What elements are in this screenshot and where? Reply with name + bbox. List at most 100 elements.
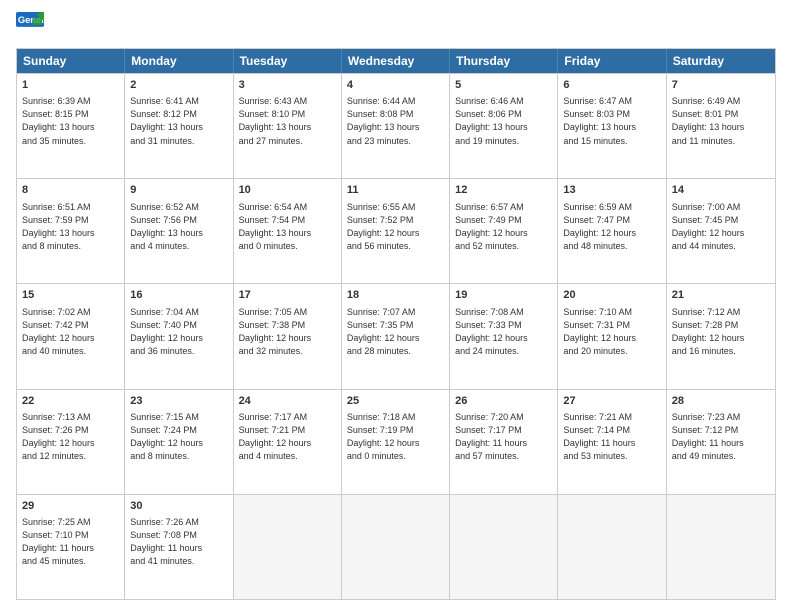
calendar-cell: 24Sunrise: 7:17 AM Sunset: 7:21 PM Dayli… xyxy=(234,390,342,494)
day-number: 19 xyxy=(455,288,552,303)
day-info: Sunrise: 6:44 AM Sunset: 8:08 PM Dayligh… xyxy=(347,95,444,147)
day-number: 22 xyxy=(22,394,119,409)
calendar-cell xyxy=(234,495,342,599)
calendar-cell xyxy=(667,495,775,599)
calendar-cell xyxy=(558,495,666,599)
day-info: Sunrise: 7:08 AM Sunset: 7:33 PM Dayligh… xyxy=(455,306,552,358)
calendar-header: SundayMondayTuesdayWednesdayThursdayFrid… xyxy=(17,49,775,73)
day-info: Sunrise: 7:02 AM Sunset: 7:42 PM Dayligh… xyxy=(22,306,119,358)
day-info: Sunrise: 7:21 AM Sunset: 7:14 PM Dayligh… xyxy=(563,411,660,463)
calendar-row: 29Sunrise: 7:25 AM Sunset: 7:10 PM Dayli… xyxy=(17,494,775,599)
calendar-cell: 15 Sunrise: 7:02 AM Sunset: 7:42 PM Dayli… xyxy=(17,284,125,388)
calendar-cell: 20 Sunrise: 7:10 AM Sunset: 7:31 PM Dayli… xyxy=(558,284,666,388)
calendar-cell: 16 Sunrise: 7:04 AM Sunset: 7:40 PM Dayli… xyxy=(125,284,233,388)
day-info: Sunrise: 6:52 AM Sunset: 7:56 PM Dayligh… xyxy=(130,201,227,253)
calendar-cell: 10 Sunrise: 6:54 AM Sunset: 7:54 PM Dayli… xyxy=(234,179,342,283)
calendar-cell: 5Sunrise: 6:46 AM Sunset: 8:06 PM Daylig… xyxy=(450,74,558,178)
day-number: 4 xyxy=(347,78,444,93)
day-info: Sunrise: 7:23 AM Sunset: 7:12 PM Dayligh… xyxy=(672,411,770,463)
day-number: 1 xyxy=(22,78,119,93)
calendar-cell: 29Sunrise: 7:25 AM Sunset: 7:10 PM Dayli… xyxy=(17,495,125,599)
day-info: Sunrise: 7:00 AM Sunset: 7:45 PM Dayligh… xyxy=(672,201,770,253)
header-cell-thursday: Thursday xyxy=(450,49,558,73)
day-number: 25 xyxy=(347,394,444,409)
header-cell-monday: Monday xyxy=(125,49,233,73)
day-number: 7 xyxy=(672,78,770,93)
day-number: 20 xyxy=(563,288,660,303)
day-number: 2 xyxy=(130,78,227,93)
day-info: Sunrise: 6:49 AM Sunset: 8:01 PM Dayligh… xyxy=(672,95,770,147)
calendar-cell: 28 Sunrise: 7:23 AM Sunset: 7:12 PM Dayli… xyxy=(667,390,775,494)
calendar-cell: 2Sunrise: 6:41 AM Sunset: 8:12 PM Daylig… xyxy=(125,74,233,178)
calendar-row: 22 Sunrise: 7:13 AM Sunset: 7:26 PM Dayli… xyxy=(17,389,775,494)
day-info: Sunrise: 6:43 AM Sunset: 8:10 PM Dayligh… xyxy=(239,95,336,147)
day-number: 14 xyxy=(672,183,770,198)
calendar-cell: 11Sunrise: 6:55 AM Sunset: 7:52 PM Dayli… xyxy=(342,179,450,283)
day-info: Sunrise: 7:13 AM Sunset: 7:26 PM Dayligh… xyxy=(22,411,119,463)
calendar-cell: 8 Sunrise: 6:51 AM Sunset: 7:59 PM Daylig… xyxy=(17,179,125,283)
calendar-cell: 25 Sunrise: 7:18 AM Sunset: 7:19 PM Dayli… xyxy=(342,390,450,494)
header-cell-saturday: Saturday xyxy=(667,49,775,73)
calendar-row: 1 Sunrise: 6:39 AM Sunset: 8:15 PM Daylig… xyxy=(17,73,775,178)
calendar-cell: 3 Sunrise: 6:43 AM Sunset: 8:10 PM Daylig… xyxy=(234,74,342,178)
day-number: 15 xyxy=(22,288,119,303)
calendar-row: 15 Sunrise: 7:02 AM Sunset: 7:42 PM Dayli… xyxy=(17,283,775,388)
calendar-cell: 26 Sunrise: 7:20 AM Sunset: 7:17 PM Dayli… xyxy=(450,390,558,494)
day-number: 11 xyxy=(347,183,444,198)
day-number: 26 xyxy=(455,394,552,409)
day-number: 21 xyxy=(672,288,770,303)
day-info: Sunrise: 7:25 AM Sunset: 7:10 PM Dayligh… xyxy=(22,516,119,568)
day-info: Sunrise: 7:07 AM Sunset: 7:35 PM Dayligh… xyxy=(347,306,444,358)
header-cell-sunday: Sunday xyxy=(17,49,125,73)
day-info: Sunrise: 7:18 AM Sunset: 7:19 PM Dayligh… xyxy=(347,411,444,463)
day-info: Sunrise: 7:05 AM Sunset: 7:38 PM Dayligh… xyxy=(239,306,336,358)
day-number: 28 xyxy=(672,394,770,409)
calendar-cell: 6Sunrise: 6:47 AM Sunset: 8:03 PM Daylig… xyxy=(558,74,666,178)
day-number: 8 xyxy=(22,183,119,198)
calendar-cell: 27 Sunrise: 7:21 AM Sunset: 7:14 PM Dayli… xyxy=(558,390,666,494)
calendar-cell: 1 Sunrise: 6:39 AM Sunset: 8:15 PM Daylig… xyxy=(17,74,125,178)
calendar-cell: 18 Sunrise: 7:07 AM Sunset: 7:35 PM Dayli… xyxy=(342,284,450,388)
day-number: 18 xyxy=(347,288,444,303)
header-cell-wednesday: Wednesday xyxy=(342,49,450,73)
day-info: Sunrise: 7:17 AM Sunset: 7:21 PM Dayligh… xyxy=(239,411,336,463)
day-info: Sunrise: 7:26 AM Sunset: 7:08 PM Dayligh… xyxy=(130,516,227,568)
day-info: Sunrise: 7:12 AM Sunset: 7:28 PM Dayligh… xyxy=(672,306,770,358)
day-info: Sunrise: 6:47 AM Sunset: 8:03 PM Dayligh… xyxy=(563,95,660,147)
day-info: Sunrise: 7:10 AM Sunset: 7:31 PM Dayligh… xyxy=(563,306,660,358)
calendar-cell: 9Sunrise: 6:52 AM Sunset: 7:56 PM Daylig… xyxy=(125,179,233,283)
day-number: 10 xyxy=(239,183,336,198)
day-number: 13 xyxy=(563,183,660,198)
calendar-cell xyxy=(342,495,450,599)
calendar-body: 1 Sunrise: 6:39 AM Sunset: 8:15 PM Daylig… xyxy=(17,73,775,599)
day-number: 3 xyxy=(239,78,336,93)
day-info: Sunrise: 6:39 AM Sunset: 8:15 PM Dayligh… xyxy=(22,95,119,147)
day-number: 5 xyxy=(455,78,552,93)
day-number: 16 xyxy=(130,288,227,303)
calendar-cell: 23 Sunrise: 7:15 AM Sunset: 7:24 PM Dayli… xyxy=(125,390,233,494)
calendar-cell: 30Sunrise: 7:26 AM Sunset: 7:08 PM Dayli… xyxy=(125,495,233,599)
calendar: SundayMondayTuesdayWednesdayThursdayFrid… xyxy=(16,48,776,600)
calendar-cell: 7 Sunrise: 6:49 AM Sunset: 8:01 PM Daylig… xyxy=(667,74,775,178)
day-info: Sunrise: 7:15 AM Sunset: 7:24 PM Dayligh… xyxy=(130,411,227,463)
logo: General xyxy=(16,12,48,40)
day-info: Sunrise: 6:57 AM Sunset: 7:49 PM Dayligh… xyxy=(455,201,552,253)
calendar-cell: 13Sunrise: 6:59 AM Sunset: 7:47 PM Dayli… xyxy=(558,179,666,283)
calendar-cell: 22 Sunrise: 7:13 AM Sunset: 7:26 PM Dayli… xyxy=(17,390,125,494)
day-info: Sunrise: 6:51 AM Sunset: 7:59 PM Dayligh… xyxy=(22,201,119,253)
day-number: 27 xyxy=(563,394,660,409)
day-info: Sunrise: 7:20 AM Sunset: 7:17 PM Dayligh… xyxy=(455,411,552,463)
day-number: 23 xyxy=(130,394,227,409)
header-cell-friday: Friday xyxy=(558,49,666,73)
calendar-cell: 17 Sunrise: 7:05 AM Sunset: 7:38 PM Dayli… xyxy=(234,284,342,388)
page-header: General xyxy=(16,12,776,40)
day-info: Sunrise: 7:04 AM Sunset: 7:40 PM Dayligh… xyxy=(130,306,227,358)
day-number: 12 xyxy=(455,183,552,198)
day-number: 17 xyxy=(239,288,336,303)
day-info: Sunrise: 6:54 AM Sunset: 7:54 PM Dayligh… xyxy=(239,201,336,253)
calendar-cell: 4 Sunrise: 6:44 AM Sunset: 8:08 PM Daylig… xyxy=(342,74,450,178)
calendar-cell xyxy=(450,495,558,599)
header-cell-tuesday: Tuesday xyxy=(234,49,342,73)
calendar-cell: 14 Sunrise: 7:00 AM Sunset: 7:45 PM Dayli… xyxy=(667,179,775,283)
calendar-cell: 12 Sunrise: 6:57 AM Sunset: 7:49 PM Dayli… xyxy=(450,179,558,283)
